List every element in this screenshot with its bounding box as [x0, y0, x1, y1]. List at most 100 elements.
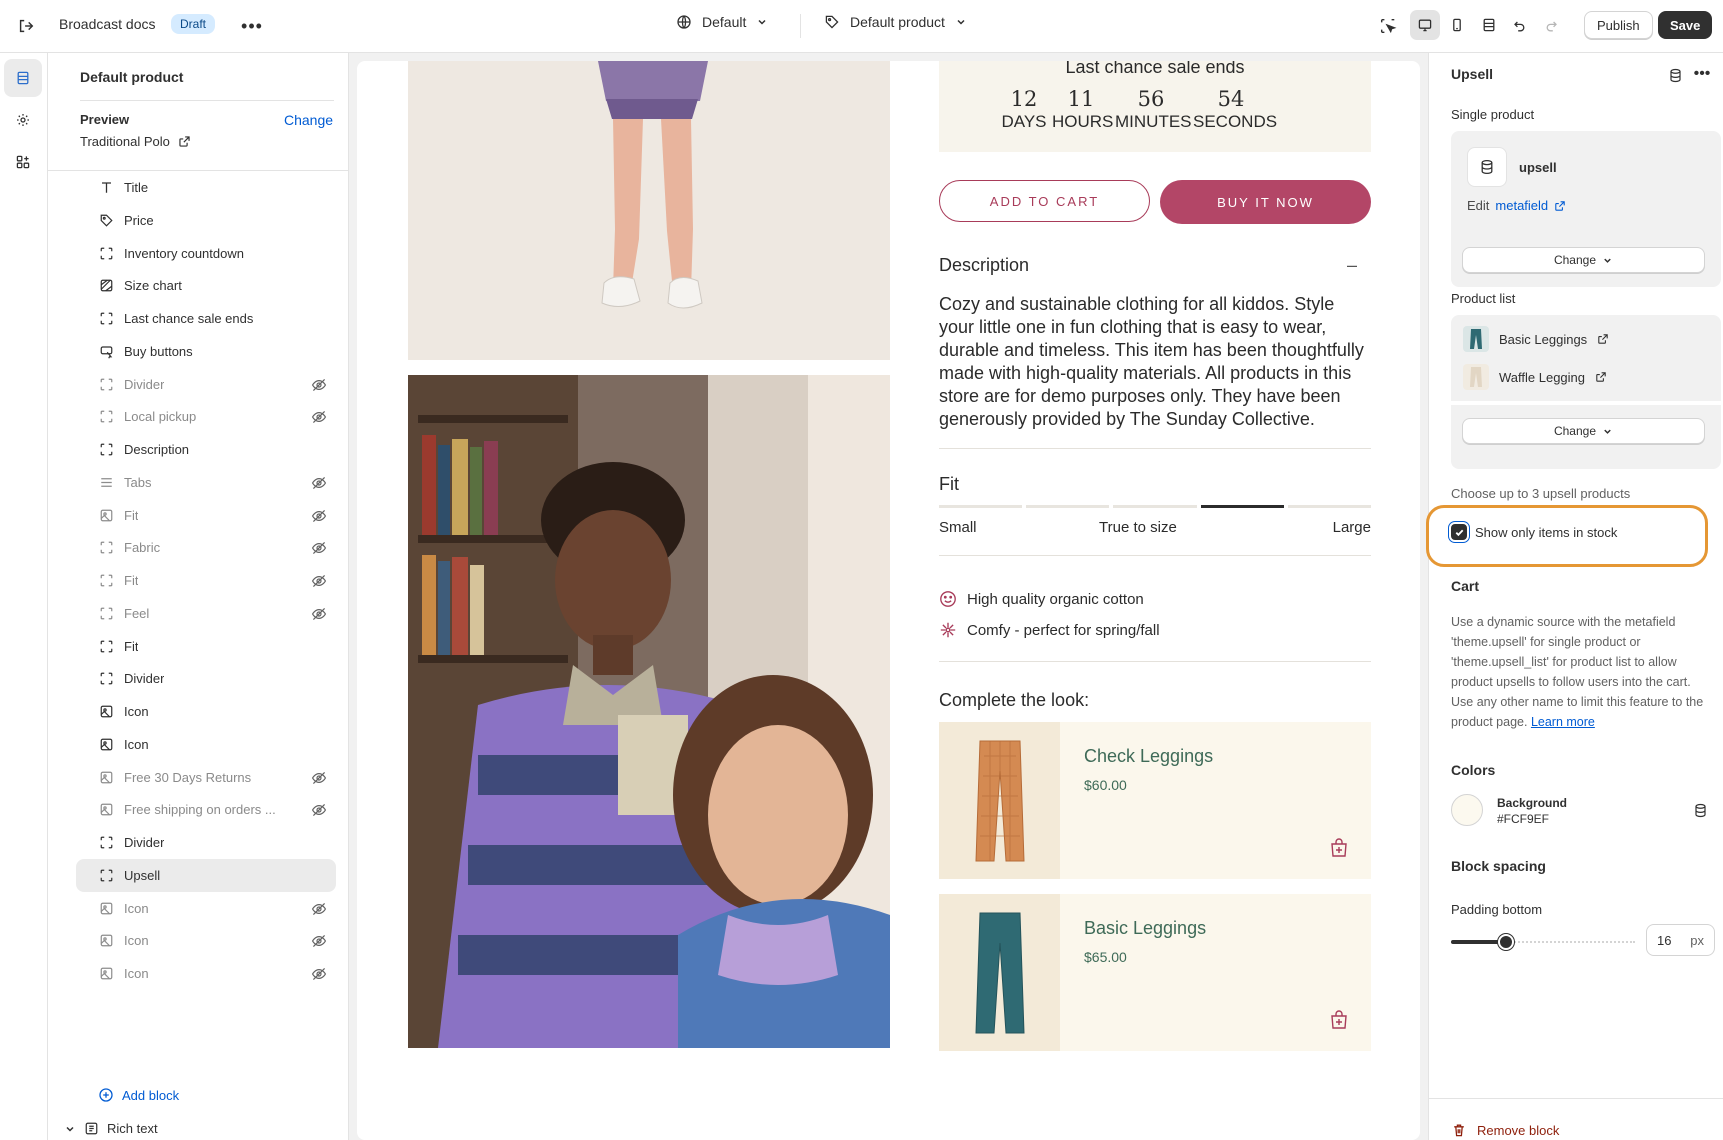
block-item[interactable]: Upsell — [76, 858, 336, 892]
block-item[interactable]: Price — [76, 204, 336, 237]
look-product-card[interactable]: Basic Leggings $65.00 — [939, 894, 1371, 1051]
change-product-list-button[interactable]: Change — [1462, 418, 1705, 444]
visibility-hidden-icon[interactable] — [310, 572, 328, 590]
apps-icon[interactable] — [4, 143, 42, 181]
cart-help-body: Use a dynamic source with the metafield … — [1451, 615, 1704, 729]
block-item[interactable]: Icon — [76, 924, 336, 957]
add-to-bag-icon[interactable] — [1328, 1009, 1350, 1031]
visibility-hidden-icon[interactable] — [310, 539, 328, 557]
fit-scale — [939, 505, 1372, 508]
padding-value: 16 — [1657, 932, 1672, 948]
block-item-label: Free 30 Days Returns — [124, 769, 252, 785]
fullscreen-icon[interactable] — [1474, 10, 1504, 40]
learn-more-link[interactable]: Learn more — [1531, 715, 1595, 729]
save-button[interactable]: Save — [1658, 11, 1713, 39]
desktop-icon[interactable] — [1410, 10, 1440, 40]
block-item-label: Size chart — [124, 278, 182, 294]
more-actions-icon[interactable]: ••• — [1691, 63, 1713, 85]
visibility-hidden-icon[interactable] — [310, 769, 328, 787]
more-actions-icon[interactable]: ••• — [238, 12, 266, 40]
section-rich-text[interactable]: Rich text — [64, 1121, 158, 1136]
block-item[interactable]: Tabs — [76, 466, 336, 499]
mobile-icon[interactable] — [1442, 10, 1472, 40]
slider-handle[interactable] — [1498, 934, 1515, 950]
change-preview-link[interactable]: Change — [284, 112, 333, 128]
block-item[interactable]: Fit — [76, 564, 336, 597]
publish-button[interactable]: Publish — [1584, 11, 1653, 39]
redo-icon[interactable] — [1538, 12, 1566, 40]
block-item[interactable]: Last chance sale ends — [76, 302, 336, 335]
block-item[interactable]: Divider — [76, 662, 336, 695]
image-icon — [98, 507, 114, 523]
complete-look-heading: Complete the look: — [939, 690, 1090, 710]
collapse-icon[interactable]: – — [1347, 255, 1357, 276]
block-item[interactable]: Buy buttons — [76, 335, 336, 368]
look-product-card[interactable]: Check Leggings $60.00 — [939, 722, 1371, 879]
block-item[interactable]: Fit — [76, 499, 336, 532]
visibility-hidden-icon[interactable] — [310, 474, 328, 492]
database-icon[interactable] — [1665, 65, 1685, 85]
external-link-icon[interactable] — [1554, 200, 1566, 212]
block-item[interactable]: Size chart — [76, 269, 336, 302]
theme-selector[interactable]: Default — [676, 14, 768, 30]
template-selector[interactable]: Default product — [824, 14, 967, 30]
add-to-bag-icon[interactable] — [1328, 837, 1350, 859]
block-item[interactable]: Icon — [76, 695, 336, 728]
editor-rail — [0, 53, 48, 1140]
block-frame-icon — [98, 311, 114, 327]
product-thumbnail — [1463, 326, 1489, 352]
external-link-icon — [1596, 372, 1606, 382]
countdown-minutes: 56 MINUTES — [1115, 87, 1192, 133]
block-item[interactable]: Icon — [76, 728, 336, 761]
settings-gear-icon[interactable] — [4, 101, 42, 139]
visibility-hidden-icon[interactable] — [310, 605, 328, 623]
block-item[interactable]: Inventory countdown — [76, 237, 336, 270]
look-product-name[interactable]: Basic Leggings — [1084, 918, 1206, 939]
block-item[interactable]: Divider — [76, 368, 336, 401]
add-block-button[interactable]: Add block — [98, 1087, 179, 1103]
block-item[interactable]: Fit — [76, 630, 336, 663]
metafield-name: upsell — [1519, 160, 1557, 175]
database-icon[interactable] — [1690, 800, 1710, 820]
description-heading[interactable]: Description — [939, 255, 1029, 276]
block-item[interactable]: Local pickup — [76, 400, 336, 433]
countdown-hours: 11 HOURS — [1052, 87, 1113, 133]
block-item[interactable]: Feel — [76, 597, 336, 630]
padding-bottom-slider[interactable] — [1451, 932, 1635, 952]
background-color-swatch[interactable] — [1451, 794, 1483, 826]
visibility-hidden-icon[interactable] — [310, 965, 328, 983]
block-frame-icon — [98, 245, 114, 261]
visibility-hidden-icon[interactable] — [310, 801, 328, 819]
sections-icon[interactable] — [4, 59, 42, 97]
change-single-product-button[interactable]: Change — [1462, 247, 1705, 273]
block-item[interactable]: Divider — [76, 826, 336, 859]
preview-product-link[interactable]: Traditional Polo — [80, 134, 191, 149]
block-item[interactable]: Icon — [76, 892, 336, 925]
product-list-item[interactable]: Basic Leggings — [1463, 326, 1609, 352]
block-item[interactable]: Title — [76, 171, 336, 204]
block-item[interactable]: Icon — [76, 957, 336, 990]
visibility-hidden-icon[interactable] — [310, 900, 328, 918]
buy-it-now-button[interactable]: BUY IT NOW — [1160, 180, 1371, 224]
product-list-item[interactable]: Waffle Legging — [1463, 364, 1607, 390]
look-product-name[interactable]: Check Leggings — [1084, 746, 1213, 767]
feature-text: High quality organic cotton — [967, 590, 1144, 608]
block-item[interactable]: Description — [76, 433, 336, 466]
block-item[interactable]: Free shipping on orders ... — [76, 793, 336, 826]
remove-block-button[interactable]: Remove block — [1451, 1122, 1559, 1138]
block-item-label: Icon — [124, 966, 149, 981]
add-to-cart-button[interactable]: ADD TO CART — [939, 180, 1150, 222]
undo-icon[interactable] — [1505, 12, 1533, 40]
store-title: Broadcast docs — [59, 16, 156, 32]
inspector-icon[interactable] — [1374, 12, 1402, 40]
exit-icon[interactable] — [12, 12, 40, 40]
metafield-link[interactable]: metafield — [1495, 198, 1548, 213]
visibility-hidden-icon[interactable] — [310, 507, 328, 525]
edit-prefix: Edit — [1467, 198, 1490, 213]
block-item[interactable]: Fabric — [76, 531, 336, 564]
block-item[interactable]: Free 30 Days Returns — [76, 761, 336, 794]
visibility-hidden-icon[interactable] — [310, 376, 328, 394]
visibility-hidden-icon[interactable] — [310, 408, 328, 426]
visibility-hidden-icon[interactable] — [310, 932, 328, 950]
padding-bottom-input[interactable]: 16 px — [1646, 924, 1715, 956]
